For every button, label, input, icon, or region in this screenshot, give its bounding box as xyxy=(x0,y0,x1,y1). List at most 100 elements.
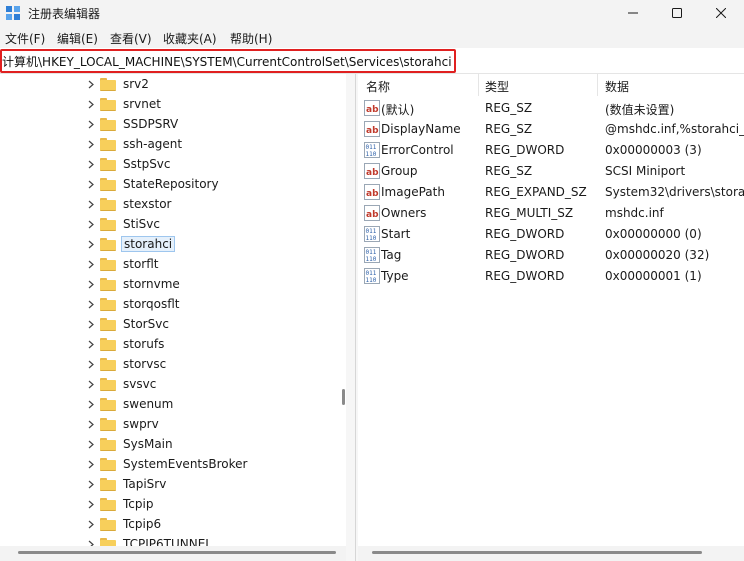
chevron-right-icon[interactable] xyxy=(86,479,96,489)
maximize-button[interactable] xyxy=(654,0,700,26)
tree-item[interactable]: SstpSvc xyxy=(86,154,336,174)
chevron-right-icon[interactable] xyxy=(86,499,96,509)
tree-item[interactable]: StateRepository xyxy=(86,174,336,194)
tree-item[interactable]: storflt xyxy=(86,254,336,274)
minimize-button[interactable] xyxy=(610,0,656,26)
value-row[interactable]: 011 110 Start REG_DWORD 0x00000000 (0) xyxy=(358,224,744,245)
tree-item[interactable]: stexstor xyxy=(86,194,336,214)
svg-text:011: 011 xyxy=(366,270,377,277)
tree-item[interactable]: StorSvc xyxy=(86,314,336,334)
chevron-right-icon[interactable] xyxy=(86,99,96,109)
menu-help[interactable]: 帮助(H) xyxy=(230,30,272,47)
folder-icon xyxy=(100,97,116,111)
value-row[interactable]: ab Group REG_SZ SCSI Miniport xyxy=(358,161,744,182)
menu-view[interactable]: 查看(V) xyxy=(110,30,152,47)
tree-item-label: StiSvc xyxy=(123,217,160,231)
chevron-right-icon[interactable] xyxy=(86,539,96,546)
value-data: (数值未设置) xyxy=(605,103,675,117)
list-scroll-thumb[interactable] xyxy=(372,551,702,554)
value-row[interactable]: 011 110 Type REG_DWORD 0x00000001 (1) xyxy=(358,266,744,287)
tree-item[interactable]: Tcpip6 xyxy=(86,514,336,534)
chevron-right-icon[interactable] xyxy=(86,459,96,469)
column-header-data[interactable]: 数据 xyxy=(605,78,629,95)
tree-item[interactable]: ssh-agent xyxy=(86,134,336,154)
tree-item-selected[interactable]: storahci xyxy=(86,234,336,254)
tree-item[interactable]: TapiSrv xyxy=(86,474,336,494)
value-row[interactable]: 011 110 Tag REG_DWORD 0x00000020 (32) xyxy=(358,245,744,266)
value-row[interactable]: 011 110 ErrorControl REG_DWORD 0x00000003… xyxy=(358,140,744,161)
chevron-right-icon[interactable] xyxy=(86,239,96,249)
tree-item[interactable]: storufs xyxy=(86,334,336,354)
folder-icon xyxy=(100,517,116,531)
value-row[interactable]: ab DisplayName REG_SZ @mshdc.inf,%storah… xyxy=(358,119,744,140)
tree-item-label: TCPIP6TUNNEL xyxy=(123,537,212,546)
tree-item-label: swenum xyxy=(123,397,174,411)
chevron-right-icon[interactable] xyxy=(86,439,96,449)
folder-icon xyxy=(100,117,116,131)
chevron-right-icon[interactable] xyxy=(86,219,96,229)
chevron-right-icon[interactable] xyxy=(86,119,96,129)
chevron-right-icon[interactable] xyxy=(86,419,96,429)
value-name: DisplayName xyxy=(381,122,461,136)
tree-item[interactable]: Tcpip xyxy=(86,494,336,514)
tree-item-label: stexstor xyxy=(123,197,172,211)
tree-item[interactable]: srv2 xyxy=(86,74,336,94)
chevron-right-icon[interactable] xyxy=(86,259,96,269)
menu-file[interactable]: 文件(F) xyxy=(5,30,45,47)
tree-item[interactable]: SystemEventsBroker xyxy=(86,454,336,474)
value-type: REG_SZ xyxy=(485,164,533,178)
value-data: 0x00000001 (1) xyxy=(605,269,702,283)
key-tree-pane[interactable]: srv2 srvnet SSDPSRV ssh-agent SstpSvc St… xyxy=(0,74,346,546)
chevron-right-icon[interactable] xyxy=(86,379,96,389)
close-button[interactable] xyxy=(698,0,744,26)
column-separator[interactable] xyxy=(597,74,598,96)
tree-item[interactable]: swenum xyxy=(86,394,336,414)
values-list-pane[interactable]: 名称 类型 数据 ab (默认) REG_SZ (数值未设置) ab Displ… xyxy=(358,74,744,546)
tree-item[interactable]: SSDPSRV xyxy=(86,114,336,134)
folder-icon xyxy=(100,337,116,351)
tree-item-label: swprv xyxy=(123,417,159,431)
tree-item[interactable]: TCPIP6TUNNEL xyxy=(86,534,336,546)
tree-item[interactable]: storvsc xyxy=(86,354,336,374)
tree-item[interactable]: swprv xyxy=(86,414,336,434)
value-row[interactable]: ab (默认) REG_SZ (数值未设置) xyxy=(358,98,744,119)
tree-item[interactable]: svsvc xyxy=(86,374,336,394)
column-header-name[interactable]: 名称 xyxy=(366,78,390,95)
chevron-right-icon[interactable] xyxy=(86,279,96,289)
column-header-type[interactable]: 类型 xyxy=(485,78,509,95)
pane-splitter[interactable] xyxy=(346,74,358,561)
chevron-right-icon[interactable] xyxy=(86,79,96,89)
chevron-right-icon[interactable] xyxy=(86,319,96,329)
chevron-right-icon[interactable] xyxy=(86,399,96,409)
binary-value-icon: 011110 xyxy=(364,226,380,242)
list-horizontal-scrollbar[interactable] xyxy=(358,546,744,561)
tree-item[interactable]: stornvme xyxy=(86,274,336,294)
tree-item-label: SSDPSRV xyxy=(123,117,179,131)
value-row[interactable]: ab ImagePath REG_EXPAND_SZ System32\driv… xyxy=(358,182,744,203)
chevron-right-icon[interactable] xyxy=(86,179,96,189)
chevron-right-icon[interactable] xyxy=(86,139,96,149)
chevron-right-icon[interactable] xyxy=(86,519,96,529)
value-data: System32\drivers\storah xyxy=(605,185,744,199)
chevron-right-icon[interactable] xyxy=(86,339,96,349)
chevron-right-icon[interactable] xyxy=(86,299,96,309)
string-value-icon: ab xyxy=(364,205,380,221)
tree-vertical-scrollbar[interactable] xyxy=(342,389,345,405)
value-row[interactable]: ab Owners REG_MULTI_SZ mshdc.inf xyxy=(358,203,744,224)
pane-divider xyxy=(355,74,356,561)
tree-scroll-thumb[interactable] xyxy=(18,551,336,554)
value-data: mshdc.inf xyxy=(605,206,664,220)
tree-item[interactable]: SysMain xyxy=(86,434,336,454)
tree-item[interactable]: srvnet xyxy=(86,94,336,114)
chevron-right-icon[interactable] xyxy=(86,199,96,209)
column-separator[interactable] xyxy=(478,74,479,96)
binary-value-icon: 011110 xyxy=(364,268,380,284)
menu-edit[interactable]: 编辑(E) xyxy=(57,30,98,47)
chevron-right-icon[interactable] xyxy=(86,359,96,369)
tree-item[interactable]: storqosflt xyxy=(86,294,336,314)
tree-horizontal-scrollbar[interactable] xyxy=(0,546,346,561)
tree-item[interactable]: StiSvc xyxy=(86,214,336,234)
menu-favorites[interactable]: 收藏夹(A) xyxy=(163,30,217,47)
address-path[interactable]: 计算机\HKEY_LOCAL_MACHINE\SYSTEM\CurrentCon… xyxy=(2,53,452,70)
chevron-right-icon[interactable] xyxy=(86,159,96,169)
